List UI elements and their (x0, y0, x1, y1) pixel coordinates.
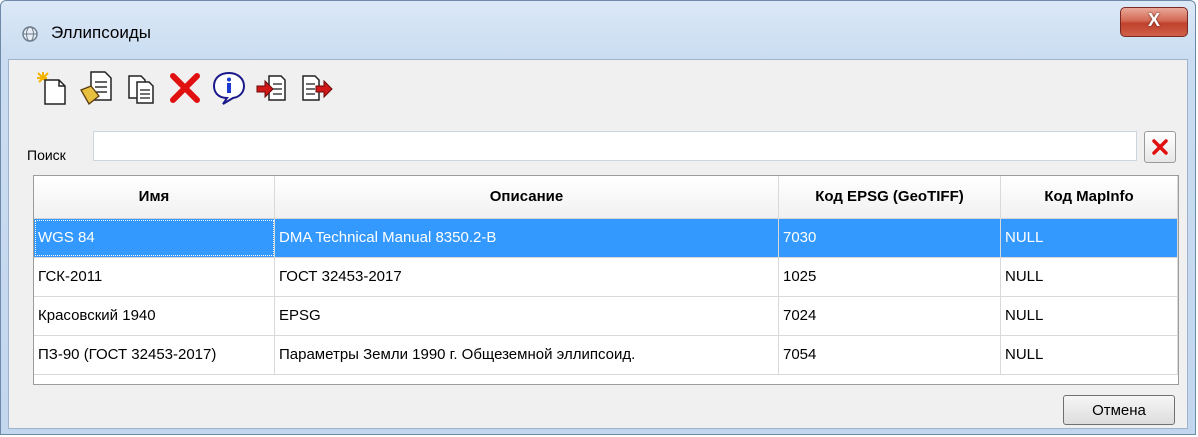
cell-description: Параметры Земли 1990 г. Общеземной эллип… (275, 336, 779, 374)
import-icon (256, 75, 286, 101)
new-icon (37, 72, 66, 105)
info-button[interactable] (209, 68, 249, 108)
ellipsoids-table[interactable]: Имя Описание Код EPSG (GeoTIFF) Код MapI… (33, 175, 1179, 385)
cell-description: EPSG (275, 297, 779, 335)
column-header-name[interactable]: Имя (34, 176, 275, 218)
cell-mapinfo-code: NULL (1001, 297, 1178, 335)
info-icon (212, 71, 246, 105)
close-button[interactable]: X (1120, 7, 1188, 37)
clear-icon (1152, 139, 1168, 155)
edit-button[interactable] (77, 68, 117, 108)
dialog-body: Поиск Имя Описание Код EPSG (GeoTIFF) Ко… (8, 59, 1188, 429)
cell-description: DMA Technical Manual 8350.2-B (275, 219, 779, 257)
app-icon (22, 26, 38, 42)
cell-name: ПЗ-90 (ГОСТ 32453-2017) (34, 336, 275, 374)
table-row[interactable]: ПЗ-90 (ГОСТ 32453-2017) Параметры Земли … (34, 336, 1178, 375)
column-header-mapinfo-code[interactable]: Код MapInfo (1001, 176, 1178, 218)
delete-icon (170, 73, 200, 103)
cell-name: ГСК-2011 (34, 258, 275, 296)
table-header: Имя Описание Код EPSG (GeoTIFF) Код MapI… (34, 176, 1178, 219)
toolbar (33, 68, 337, 112)
copy-button[interactable] (121, 68, 161, 108)
cell-mapinfo-code: NULL (1001, 336, 1178, 374)
column-header-epsg-code[interactable]: Код EPSG (GeoTIFF) (779, 176, 1001, 218)
cell-mapinfo-code: NULL (1001, 219, 1178, 257)
edit-icon (80, 71, 112, 105)
cell-epsg-code: 1025 (779, 258, 1001, 296)
table-row[interactable]: WGS 84 DMA Technical Manual 8350.2-B 703… (34, 219, 1178, 258)
import-button[interactable] (253, 68, 293, 108)
cell-epsg-code: 7030 (779, 219, 1001, 257)
cell-description: ГОСТ 32453-2017 (275, 258, 779, 296)
export-button[interactable] (297, 68, 337, 108)
cancel-button[interactable]: Отмена (1063, 395, 1175, 425)
delete-button[interactable] (165, 68, 205, 108)
copy-icon (128, 75, 154, 104)
search-label: Поиск (27, 147, 66, 163)
title-bar[interactable]: Эллипсоиды X (1, 1, 1195, 59)
export-icon (302, 75, 333, 101)
ellipsoids-window: Эллипсоиды X Поиск Имя Описание Код EPSG… (0, 0, 1196, 435)
clear-search-button[interactable] (1144, 131, 1176, 163)
table-row[interactable]: ГСК-2011 ГОСТ 32453-2017 1025 NULL (34, 258, 1178, 297)
window-title: Эллипсоиды (51, 23, 151, 42)
cell-name: WGS 84 (34, 219, 275, 257)
new-button[interactable] (33, 68, 73, 108)
table-row[interactable]: Красовский 1940 EPSG 7024 NULL (34, 297, 1178, 336)
cell-name: Красовский 1940 (34, 297, 275, 335)
column-header-description[interactable]: Описание (275, 176, 779, 218)
close-icon: X (1147, 10, 1160, 30)
cell-mapinfo-code: NULL (1001, 258, 1178, 296)
search-input[interactable] (93, 131, 1137, 161)
cell-epsg-code: 7024 (779, 297, 1001, 335)
cell-epsg-code: 7054 (779, 336, 1001, 374)
